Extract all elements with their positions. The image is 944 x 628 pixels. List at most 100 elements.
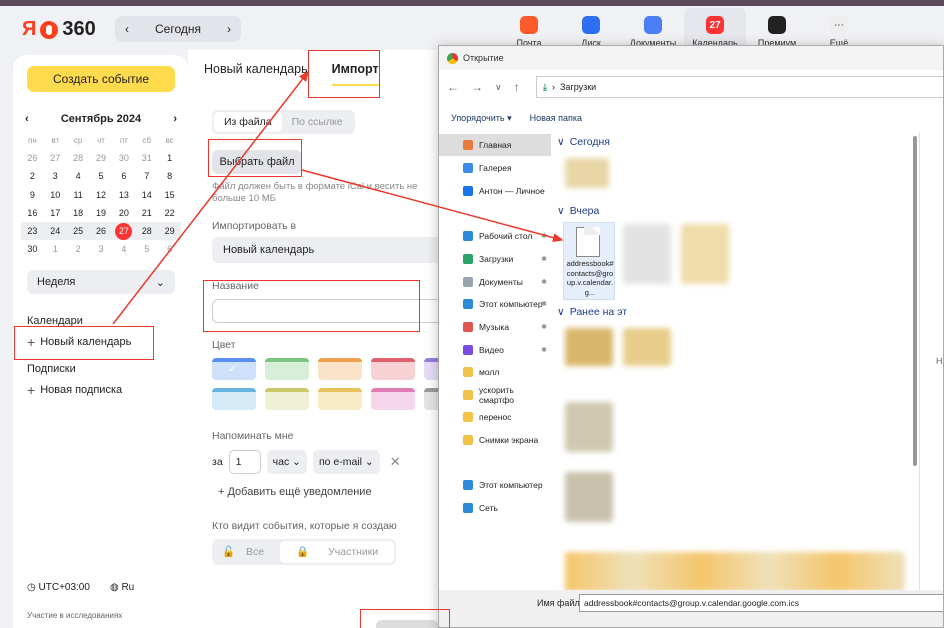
mini-calendar-day[interactable]: 16 [21,204,44,222]
mini-calendar-day[interactable]: 2 [21,167,44,185]
nav-item[interactable]: Антон — Личное [439,180,551,202]
nav-item[interactable]: перенос [439,406,551,428]
nav-item[interactable]: Этот компьютер [439,474,551,496]
color-swatch[interactable] [212,388,256,410]
mini-calendar-day[interactable]: 4 [112,240,135,258]
mini-calendar-day[interactable]: 15 [158,186,181,204]
mini-calendar-day[interactable]: 4 [67,167,90,185]
blurred-file-thumbnail[interactable] [565,402,613,452]
mini-calendar-day[interactable]: 14 [135,186,158,204]
mini-calendar-day[interactable]: 5 [135,240,158,258]
nav-item[interactable]: Рабочий стол ✱ [439,225,551,247]
blurred-file-thumbnail[interactable] [623,328,671,366]
mini-calendar-day[interactable]: 6 [158,240,181,258]
mini-calendar-day[interactable]: 24 [43,221,67,241]
address-bar[interactable]: ⤓ › Загрузки [536,76,943,98]
nav-item[interactable]: Галерея [439,157,551,179]
mini-calendar-day[interactable]: 22 [158,204,181,222]
pin-icon[interactable]: ✱ [541,300,547,308]
pin-icon[interactable]: ✱ [541,255,547,263]
visibility-members-option[interactable]: 🔒 Участники [280,541,395,563]
blurred-file-thumbnail[interactable] [565,328,613,366]
color-swatch[interactable] [371,358,415,380]
new-subscription-link[interactable]: + Новая подписка [27,382,122,398]
nav-item[interactable]: Снимки экрана [439,429,551,451]
mini-calendar-day[interactable]: 28 [135,221,159,241]
color-swatch[interactable] [212,358,256,380]
visibility-all-option[interactable]: 🔓 Все [214,541,280,563]
calendar-name-input[interactable] [212,299,444,323]
import-into-select[interactable]: Новый календарь [212,237,444,263]
group-earlier[interactable]: ∨ Ранее на эт [557,306,627,318]
color-swatch[interactable] [265,358,309,380]
blurred-file-thumbnail[interactable] [565,472,613,522]
app-2[interactable]: Диск [560,8,622,50]
filename-input[interactable]: addressbook#contacts@group.v.calendar.go… [579,594,943,612]
selected-ics-file[interactable]: addressbook#contacts@group.v.calendar.g.… [563,222,615,300]
remind-unit-select[interactable]: час ⌄ [266,450,307,474]
prev-period-icon[interactable]: ‹ [125,22,129,36]
mini-calendar-day[interactable]: 26 [89,221,113,241]
group-yesterday[interactable]: ∨ Вчера [557,205,599,217]
blurred-file-thumbnail[interactable] [681,224,729,284]
mini-calendar-day[interactable]: 27 [112,221,136,241]
blurred-files-row[interactable] [565,552,905,592]
app-1[interactable]: Почта [498,8,560,50]
mini-calendar-day[interactable]: 3 [44,167,67,185]
mini-calendar-day[interactable]: 18 [67,204,90,222]
mini-calendar-day[interactable]: 6 [112,167,135,185]
research-note[interactable]: Участие в исследованиях [27,611,167,620]
pin-icon[interactable]: ✱ [541,278,547,286]
mini-calendar-day[interactable]: 25 [66,221,90,241]
nav-item[interactable]: Документы ✱ [439,271,551,293]
tab-new-calendar[interactable]: Новый календарь [204,62,308,86]
mini-calendar-day[interactable]: 26 [21,149,44,167]
from-file-option[interactable]: Из файла [214,112,282,132]
nav-item[interactable]: Загрузки ✱ [439,248,551,270]
mini-calendar-day[interactable]: 29 [90,149,113,167]
group-today[interactable]: ∨ Сегодня [557,136,610,148]
mini-calendar-day[interactable]: 28 [67,149,90,167]
prev-month-icon[interactable]: ‹ [25,113,29,125]
mini-calendar-day[interactable]: 30 [21,240,44,258]
color-swatch[interactable] [371,388,415,410]
color-swatch[interactable] [318,358,362,380]
view-select[interactable]: Неделя ⌄ [27,270,175,294]
remind-amount-input[interactable]: 1 [228,450,261,474]
nav-item[interactable]: Видео ✱ [439,339,551,361]
nav-item[interactable]: Музыка ✱ [439,316,551,338]
pin-icon[interactable]: ✱ [541,323,547,331]
file-list-scrollbar[interactable] [911,132,919,472]
today-button[interactable]: Сегодня [155,22,201,36]
timezone-selector[interactable]: ◷ UTC+03:00 [27,582,90,593]
create-event-button[interactable]: Создать событие [27,66,175,92]
recent-chevron-icon[interactable]: ∨ [495,82,502,93]
new-calendar-link[interactable]: + Новый календарь [27,334,131,350]
mini-calendar-day[interactable]: 30 [112,149,135,167]
nav-item[interactable]: молл [439,361,551,383]
nav-item[interactable]: Сеть [439,497,551,519]
mini-calendar-day[interactable]: 2 [67,240,90,258]
app-5[interactable]: Премиум [746,8,808,50]
choose-file-button[interactable]: Выбрать файл [212,150,302,174]
next-month-icon[interactable]: › [173,113,177,125]
pin-icon[interactable]: ✱ [541,346,547,354]
mini-calendar-day[interactable]: 13 [112,186,135,204]
mini-calendar-day[interactable]: 31 [135,149,158,167]
mini-calendar-day[interactable]: 17 [44,204,67,222]
nav-item[interactable]: Этот компьютер ✱ [439,293,551,315]
mini-calendar-day[interactable]: 12 [90,186,113,204]
nav-item[interactable]: Главная [439,134,551,156]
app-3[interactable]: Документы [622,8,684,50]
pin-icon[interactable]: ✱ [541,232,547,240]
yandex-360-logo[interactable]: Я 360 [22,18,96,41]
mini-calendar-day[interactable]: 19 [90,204,113,222]
app-6[interactable]: ⋯ Ещё [808,8,870,50]
mini-calendar-day[interactable]: 10 [44,186,67,204]
up-arrow-icon[interactable]: ↑ [514,80,520,94]
mini-calendar-day[interactable]: 1 [44,240,67,258]
mini-calendar-day[interactable]: 5 [90,167,113,185]
mini-calendar-day[interactable]: 11 [67,186,90,204]
forward-arrow-icon[interactable]: → [471,80,483,94]
mini-calendar-day[interactable]: 27 [44,149,67,167]
